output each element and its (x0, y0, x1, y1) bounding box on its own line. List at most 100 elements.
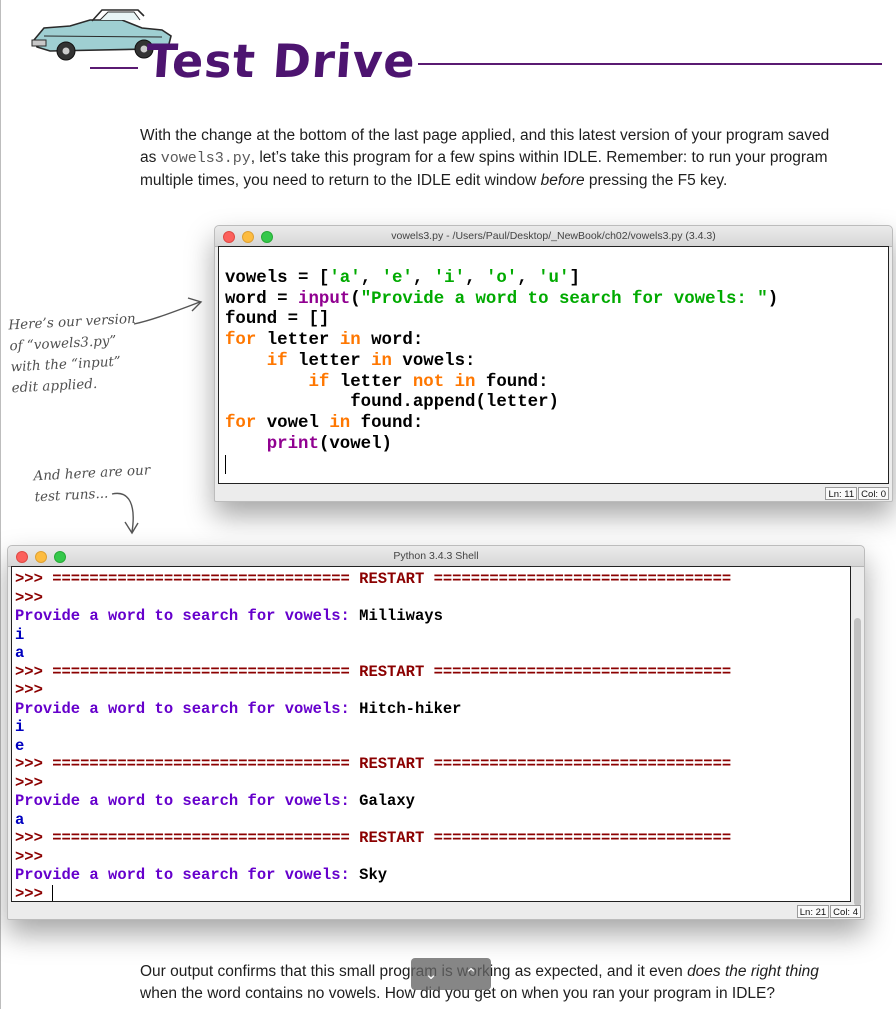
shell-output-area[interactable]: >>> ================================ RES… (11, 566, 851, 903)
code-token: in (454, 372, 476, 392)
shell-line: Provide a word to search for vowels: Hit… (15, 700, 850, 719)
code-token: found = [] (225, 310, 330, 330)
shell-input-prompt: Provide a word to search for vowels: (15, 699, 360, 718)
code-token: found.append(letter) (225, 393, 559, 413)
code-token: 'a' (329, 269, 361, 288)
code-token: , (360, 269, 382, 288)
shell-input-prompt: Provide a word to search for vowels: (15, 792, 360, 810)
shell-line: a (15, 644, 850, 663)
annotation-arrow-icon (133, 297, 203, 325)
code-token: ) (767, 289, 779, 309)
code-token: letter (256, 331, 340, 351)
shell-prompt: >>> ================================ RES… (15, 755, 732, 773)
shell-lines[interactable]: >>> ================================ RES… (12, 567, 850, 903)
code-line[interactable]: word = input("Provide a word to search f… (225, 290, 778, 309)
shell-line: e (15, 737, 850, 756)
shell-user-input: Galaxy (359, 792, 415, 810)
shell-output: i (15, 625, 25, 644)
outro-emphasis: does the right thing (687, 963, 819, 980)
shell-line: >>> ================================ RES… (15, 829, 850, 848)
code-token: vowels: (392, 351, 476, 371)
page-title: Test Drive (144, 34, 418, 88)
code-token: ] (569, 269, 580, 288)
shell-prompt: >>> (15, 681, 43, 699)
shell-titlebar[interactable]: Python 3.4.3 Shell (8, 546, 864, 567)
maximize-icon[interactable] (54, 551, 66, 563)
code-token: not (412, 372, 445, 392)
close-icon[interactable] (223, 231, 235, 243)
close-icon[interactable] (16, 551, 28, 563)
shell-line: i (15, 718, 850, 737)
intro-filename: vowels3.py (160, 150, 251, 167)
shell-prompt: >>> (15, 773, 43, 792)
page-navigation-overlay[interactable]: ⌄ ⌃ (411, 958, 491, 990)
minimize-icon[interactable] (242, 231, 254, 243)
title-rule-left (90, 67, 138, 69)
code-token: 'u' (538, 269, 570, 288)
code-token: in (339, 331, 361, 351)
shell-cursor[interactable] (52, 885, 54, 902)
editor-window-title: vowels3.py - /Users/Paul/Desktop/_NewBoo… (391, 230, 716, 242)
text-cursor (225, 455, 226, 475)
shell-prompt: >>> (15, 884, 53, 903)
minimize-icon[interactable] (35, 551, 47, 563)
code-line[interactable]: print(vowel) (225, 435, 392, 454)
code-block[interactable]: vowels = ['a', 'e', 'i', 'o', 'u'] word … (219, 247, 888, 477)
maximize-icon[interactable] (261, 231, 273, 243)
code-token: , (465, 269, 486, 288)
editor-titlebar[interactable]: vowels3.py - /Users/Paul/Desktop/_NewBoo… (215, 226, 892, 247)
shell-line: Provide a word to search for vowels: Mil… (15, 607, 850, 626)
shell-status-ln: Ln: 21 (796, 905, 830, 918)
code-token: 'i' (433, 269, 466, 288)
code-token: found: (475, 372, 549, 392)
shell-prompt: >>> ================================ RES… (15, 662, 732, 681)
shell-line: a (15, 811, 850, 830)
chevron-up-icon[interactable]: ⌃ (465, 965, 478, 983)
shell-status-col: Col: 4 (830, 905, 861, 918)
code-line[interactable]: found.append(letter) (225, 393, 559, 412)
code-token: letter (329, 372, 413, 392)
intro-paragraph: With the change at the bottom of the las… (140, 125, 840, 192)
shell-scroll-thumb[interactable] (854, 618, 861, 906)
code-editor[interactable]: vowels = ['a', 'e', 'i', 'o', 'u'] word … (218, 246, 889, 484)
shell-line: Provide a word to search for vowels: Gal… (15, 792, 850, 811)
code-token: in (371, 351, 392, 371)
code-line[interactable]: vowels = ['a', 'e', 'i', 'o', 'u'] (225, 269, 580, 288)
shell-user-input: Sky (359, 866, 388, 884)
code-line[interactable]: found = [] (225, 310, 329, 329)
code-line[interactable]: if letter in vowels: (225, 352, 476, 371)
code-token: letter (287, 351, 372, 371)
code-token: , (517, 269, 539, 288)
intro-text-3: pressing the F5 key. (584, 172, 728, 189)
shell-line: >>> ================================ RES… (15, 570, 850, 589)
shell-prompt: >>> (15, 847, 43, 866)
shell-line: >>> (15, 681, 850, 700)
shell-line: >>> (15, 589, 850, 608)
shell-line: >>> (15, 774, 850, 793)
code-line[interactable]: for letter in word: (225, 331, 423, 350)
code-token: if (266, 351, 288, 371)
python-shell-window[interactable]: Python 3.4.3 Shell >>> =================… (7, 545, 865, 920)
shell-output: e (15, 736, 25, 755)
code-token: found: (350, 413, 424, 433)
code-line[interactable]: if letter not in found: (225, 373, 549, 392)
shell-prompt: >>> ================================ RES… (15, 829, 732, 847)
shell-prompt: >>> ================================ RES… (15, 570, 732, 588)
annotation-version-note: Here’s our version of “vowels3.py” with … (7, 310, 137, 397)
code-token: , (412, 269, 434, 288)
editor-status-col: Col: 0 (858, 487, 889, 500)
shell-line: >>> (15, 848, 850, 867)
code-token: (vowel) (318, 434, 392, 454)
code-token: print (266, 434, 319, 454)
shell-scrollbar[interactable] (853, 568, 862, 906)
idle-editor-window[interactable]: vowels3.py - /Users/Paul/Desktop/_NewBoo… (214, 225, 893, 502)
code-line[interactable]: for vowel in found: (225, 414, 423, 433)
editor-status-bar: Ln: 11 Col: 0 (824, 487, 889, 500)
title-rule-right (418, 63, 882, 65)
shell-line: i (15, 626, 850, 645)
chevron-down-icon[interactable]: ⌄ (425, 965, 438, 983)
shell-line: Provide a word to search for vowels: Sky (15, 866, 850, 885)
